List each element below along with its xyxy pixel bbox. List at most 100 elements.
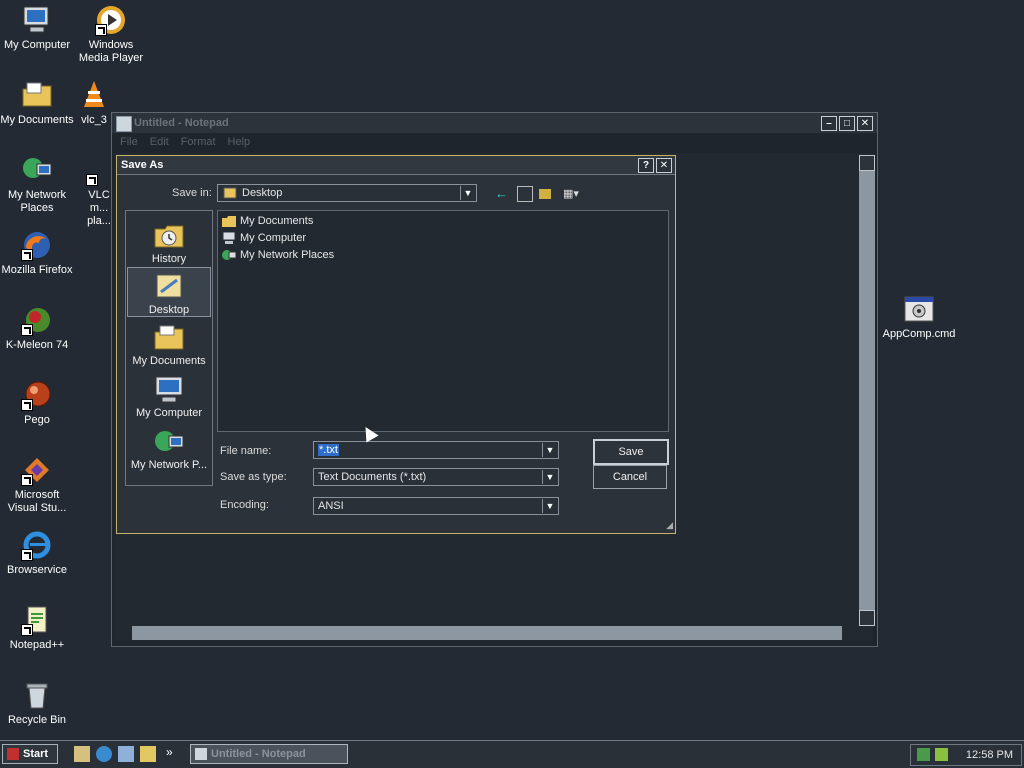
quick-launch-ie-icon[interactable] (96, 746, 112, 762)
list-item[interactable]: My Network Places (222, 247, 334, 263)
quick-launch-folder-icon[interactable] (140, 746, 156, 762)
save-as-type-label: Save as type: (220, 471, 287, 483)
back-arrow-icon[interactable]: ← (495, 186, 508, 201)
computer-icon (222, 231, 236, 244)
folder-icon (153, 323, 185, 353)
taskbar: Start » Untitled - Notepad 12:58 PM (0, 740, 1024, 768)
scroll-up-arrow[interactable] (859, 155, 875, 171)
file-name-input[interactable]: *.txt ▼ (313, 441, 559, 459)
chevron-down-icon[interactable]: ▼ (542, 499, 557, 513)
desktop-icon-my-documents[interactable]: My Documents (0, 79, 74, 127)
place-label: My Network P... (130, 459, 208, 471)
dialog-titlebar[interactable]: Save As ? ✕ (117, 156, 675, 175)
desktop-icon-label: My Computer (3, 39, 71, 51)
cancel-button[interactable]: Cancel (593, 465, 667, 489)
save-as-type-value: Text Documents (*.txt) (318, 471, 427, 483)
folder-icon (222, 215, 236, 227)
desktop-icon-vlc-player[interactable]: VLC m... pla... (84, 154, 114, 228)
save-in-label: Save in: (172, 187, 212, 199)
desktop-icon-visual-studio[interactable]: Microsoft Visual Stu... (0, 454, 74, 515)
place-my-computer[interactable]: My Computer (127, 371, 211, 421)
desktop-icon-appcomp[interactable]: AppComp.cmd (882, 293, 956, 341)
save-in-dropdown[interactable]: Desktop ▼ (217, 184, 477, 202)
new-folder-icon[interactable] (539, 189, 551, 199)
resize-grip-icon[interactable]: ◢ (666, 520, 673, 531)
clock[interactable]: 12:58 PM (966, 749, 1013, 761)
list-item[interactable]: My Computer (222, 230, 306, 246)
encoding-label: Encoding: (220, 499, 269, 511)
desktop-icon-label: vlc_3 (81, 114, 107, 126)
view-menu-icon[interactable]: ▦▾ (563, 187, 579, 200)
place-history[interactable]: History (127, 217, 211, 265)
chevron-down-icon[interactable]: ▼ (542, 443, 557, 457)
chevron-down-icon[interactable]: ▼ (542, 470, 557, 484)
start-button[interactable]: Start (2, 744, 58, 764)
desktop-icon-label: Browservice (7, 564, 67, 576)
maximize-button[interactable]: □ (839, 116, 855, 131)
minimize-button[interactable]: – (821, 116, 837, 131)
place-my-documents[interactable]: My Documents (127, 319, 211, 369)
desktop-icon-pego[interactable]: Pego (0, 379, 74, 427)
notepad-menubar: File Edit Format Help (112, 133, 877, 151)
windows-logo-icon (7, 748, 19, 760)
network-icon (21, 154, 53, 186)
list-item[interactable]: My Documents (222, 213, 313, 229)
taskbar-item-label: Untitled - Notepad (211, 748, 306, 760)
system-tray: 12:58 PM (910, 744, 1022, 766)
quick-launch-outlook-icon[interactable] (118, 746, 134, 762)
encoding-dropdown[interactable]: ANSI ▼ (313, 497, 559, 515)
chevron-down-icon[interactable]: ▼ (460, 186, 475, 200)
desktop-icon-my-computer[interactable]: My Computer (0, 4, 74, 52)
place-my-network-places[interactable]: My Network P... (127, 423, 211, 473)
desktop-icon-browservice[interactable]: Browservice (0, 529, 74, 577)
desktop-icon-label: Recycle Bin (7, 714, 67, 726)
desktop-icon-my-network-places[interactable]: My Network Places (0, 154, 74, 215)
place-label: History (151, 253, 187, 265)
taskbar-item-notepad[interactable]: Untitled - Notepad (190, 744, 348, 764)
menu-edit[interactable]: Edit (150, 136, 169, 148)
help-button[interactable]: ? (638, 158, 654, 173)
computer-icon (21, 4, 53, 36)
desktop-icon-notepad-plus-plus[interactable]: Notepad++ (0, 604, 74, 652)
horizontal-scrollbar[interactable] (132, 626, 842, 640)
desktop-icon-label: Pego (24, 414, 50, 426)
menu-format[interactable]: Format (181, 136, 216, 148)
save-button[interactable]: Save (593, 439, 669, 465)
desktop-icon-label: Mozilla Firefox (1, 264, 73, 276)
desktop-icon-k-meleon[interactable]: K-Meleon 74 (0, 304, 74, 352)
file-list[interactable]: My Documents My Computer My Network Plac… (217, 210, 669, 432)
up-folder-icon[interactable] (517, 186, 533, 202)
encoding-value: ANSI (318, 500, 344, 512)
close-button[interactable]: ✕ (857, 116, 873, 131)
vertical-scrollbar[interactable] (859, 155, 875, 626)
place-desktop[interactable]: Desktop (127, 267, 211, 317)
dialog-close-button[interactable]: ✕ (656, 158, 672, 173)
desktop-small-icon (223, 187, 237, 199)
vlc-shortcut-icon (86, 154, 112, 186)
menu-file[interactable]: File (120, 136, 138, 148)
tray-app-icon[interactable] (935, 748, 948, 761)
desktop-icon-windows-media-player[interactable]: Windows Media Player (74, 4, 148, 65)
notepad-plus-plus-icon (21, 604, 53, 636)
desktop-icon-vlc[interactable]: vlc_3 (74, 79, 114, 127)
network-icon (222, 249, 237, 261)
desktop-icon-recycle-bin[interactable]: Recycle Bin (0, 679, 74, 727)
history-icon (153, 221, 185, 251)
menu-help[interactable]: Help (228, 136, 251, 148)
place-label: My Computer (135, 407, 203, 419)
file-name: My Computer (240, 232, 307, 244)
quick-launch-show-desktop-icon[interactable] (74, 746, 90, 762)
desktop-icon-label: My Documents (0, 114, 74, 126)
scroll-down-arrow[interactable] (859, 610, 875, 626)
file-name-label: File name: (220, 445, 272, 457)
save-in-value: Desktop (242, 187, 283, 199)
place-label: Desktop (148, 304, 190, 316)
tray-network-icon[interactable] (917, 748, 930, 761)
quick-launch-more-icon[interactable]: » (166, 745, 173, 759)
dialog-title: Save As (121, 159, 164, 171)
save-as-dialog[interactable]: Save As ? ✕ Save in: Desktop ▼ ← ▦▾ Hist… (116, 155, 676, 534)
save-as-type-dropdown[interactable]: Text Documents (*.txt) ▼ (313, 468, 559, 486)
notepad-titlebar[interactable]: Untitled - Notepad – □ ✕ (112, 113, 877, 133)
desktop-icon-mozilla-firefox[interactable]: Mozilla Firefox (0, 229, 74, 277)
cmd-file-icon (903, 293, 935, 325)
